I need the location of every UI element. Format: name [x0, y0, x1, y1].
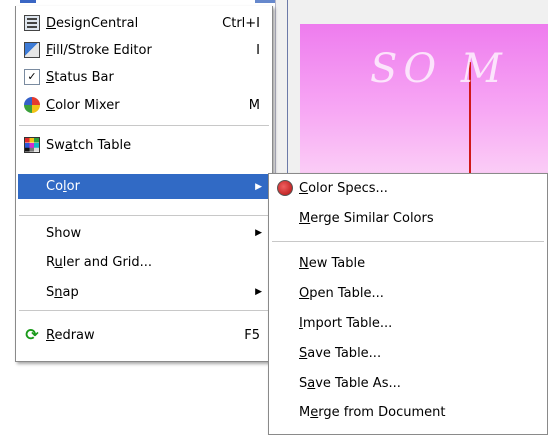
- redraw-icon: ⟳: [25, 325, 39, 344]
- menu-item-label: Open Table...: [299, 285, 384, 301]
- menu-item-label: New Table: [299, 255, 366, 271]
- view-menu: DesignCentral Ctrl+I Fill/Stroke Editor …: [15, 6, 273, 362]
- menu-item-label: Snap: [46, 284, 79, 300]
- toolbar-edge: [20, 0, 36, 3]
- menu-item-label: Merge from Document: [299, 404, 446, 420]
- menu-item-save-table-as[interactable]: Save Table As...: [271, 370, 545, 396]
- menu-separator: [19, 215, 269, 216]
- menu-item-redraw[interactable]: ⟳ Redraw F5: [18, 322, 270, 348]
- checkmark-icon: ✓: [24, 69, 40, 85]
- shortcut-text: Ctrl+I: [222, 15, 260, 31]
- shortcut-text: F5: [244, 327, 260, 343]
- shortcut-text: I: [256, 42, 260, 58]
- menu-item-color-specs[interactable]: Color Specs...: [271, 175, 545, 201]
- menu-item-swatch-table[interactable]: Swatch Table: [18, 132, 270, 158]
- menu-item-label: Save Table As...: [299, 375, 401, 391]
- menu-item-label: Ruler and Grid...: [46, 254, 153, 270]
- menu-separator: [272, 241, 544, 242]
- menu-item-color-mixer[interactable]: Color Mixer M: [18, 92, 270, 118]
- color-submenu: Color Specs... Merge Similar Colors New …: [268, 173, 548, 435]
- menu-separator: [19, 125, 269, 126]
- menu-item-label: Status Bar: [46, 69, 114, 85]
- menu-item-fill-stroke-editor[interactable]: Fill/Stroke Editor I: [18, 37, 270, 63]
- color-mixer-icon: [24, 97, 40, 113]
- menu-item-save-table[interactable]: Save Table...: [271, 340, 545, 366]
- menu-item-label: DesignCentral: [46, 15, 139, 31]
- guide-line: [287, 0, 288, 177]
- shortcut-text: M: [248, 97, 260, 113]
- menu-item-label: Color: [46, 179, 80, 194]
- menu-item-label: Save Table...: [299, 345, 382, 361]
- menu-item-merge-similar-colors[interactable]: Merge Similar Colors: [271, 205, 545, 231]
- designcentral-icon: [24, 15, 40, 31]
- menu-item-label: Swatch Table: [46, 137, 132, 153]
- canvas-text: SO M: [370, 46, 508, 92]
- menu-item-open-table[interactable]: Open Table...: [271, 280, 545, 306]
- menu-item-label: Color Mixer: [46, 97, 120, 113]
- menu-item-designcentral[interactable]: DesignCentral Ctrl+I: [18, 10, 270, 36]
- toolbar-edge-right: [255, 0, 275, 3]
- menu-item-label: Show: [46, 225, 82, 241]
- menu-item-snap[interactable]: Snap ▶: [18, 279, 270, 305]
- menu-item-color[interactable]: Color ▶: [18, 174, 270, 199]
- menu-item-label: Color Specs...: [299, 180, 388, 196]
- menu-item-ruler-and-grid[interactable]: Ruler and Grid...: [18, 249, 270, 275]
- menu-item-label: Fill/Stroke Editor: [46, 42, 152, 58]
- menu-separator: [19, 310, 269, 311]
- menu-item-label: Redraw: [46, 327, 95, 343]
- menu-item-merge-from-document[interactable]: Merge from Document: [271, 399, 545, 425]
- menu-item-label: Merge Similar Colors: [299, 210, 434, 226]
- menu-item-status-bar[interactable]: ✓ Status Bar: [18, 64, 270, 90]
- menu-item-new-table[interactable]: New Table: [271, 250, 545, 276]
- swatch-table-icon: [24, 137, 40, 153]
- menu-item-import-table[interactable]: Import Table...: [271, 310, 545, 336]
- menu-item-show[interactable]: Show ▶: [18, 220, 270, 246]
- color-specs-icon: [277, 180, 293, 196]
- fill-stroke-icon: [24, 42, 40, 58]
- menu-item-label: Import Table...: [299, 315, 393, 331]
